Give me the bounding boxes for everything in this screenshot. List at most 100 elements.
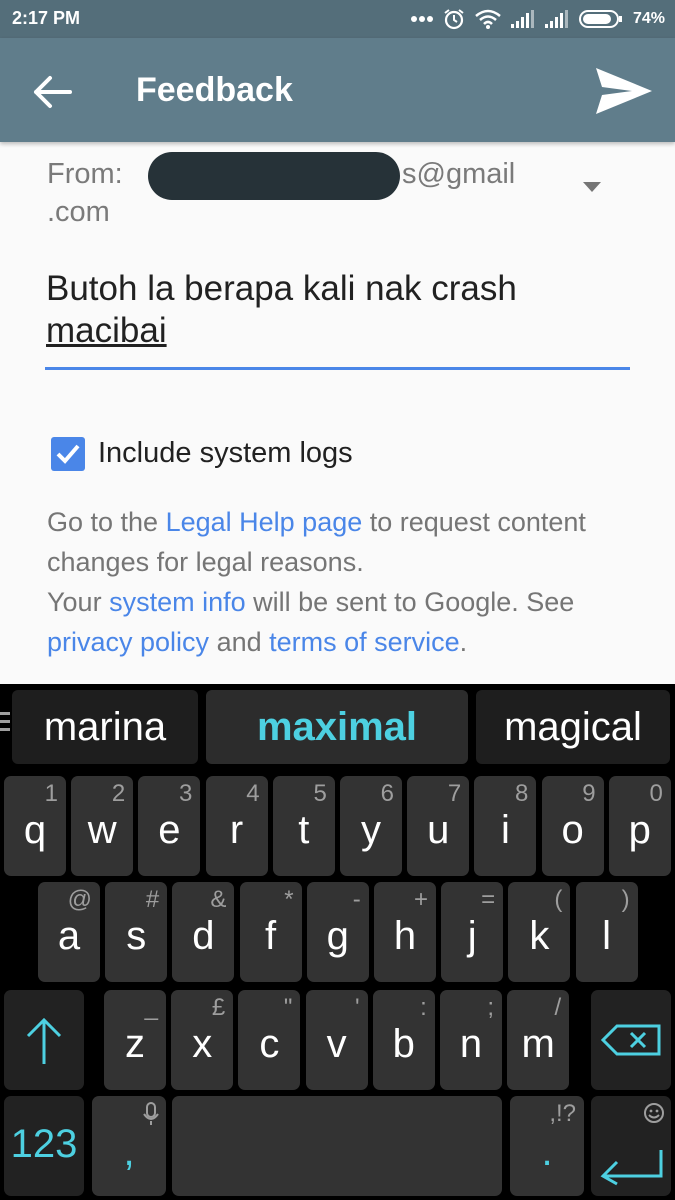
key-label: g (326, 914, 349, 958)
key-b[interactable]: :b (372, 990, 435, 1090)
input-underline (45, 367, 630, 370)
key-label: w (87, 808, 117, 852)
key-label: k (529, 914, 550, 958)
wifi-icon (475, 9, 501, 29)
suggestion-2[interactable]: maximal (206, 690, 468, 764)
key-label: v (326, 1022, 347, 1066)
legal-text-segment: Go to the (47, 507, 166, 537)
dropdown-caret-icon[interactable] (583, 182, 601, 192)
key-hint: 3 (179, 780, 193, 807)
key-o[interactable]: 9o (541, 776, 604, 876)
numbers-key[interactable]: 123 (4, 1096, 84, 1196)
key-j[interactable]: = j (441, 882, 504, 982)
key-hint: 1 (44, 780, 58, 807)
key-v[interactable]: ' v (305, 990, 368, 1090)
key-u[interactable]: 7u (407, 776, 470, 876)
arrow-left-icon[interactable] (30, 70, 74, 114)
suggestion-1[interactable]: marina (12, 690, 198, 764)
key-k[interactable]: (k (508, 882, 571, 982)
key-label: z (125, 1022, 145, 1066)
legal-text-segment: Your (47, 587, 110, 617)
key-m[interactable]: / m (507, 990, 570, 1090)
from-email-line2: .com (47, 196, 110, 222)
from-account-selector[interactable]: s@gmail (148, 152, 528, 200)
status-time: 2:17 PM (12, 8, 81, 28)
key-n[interactable]: ; n (440, 990, 502, 1090)
key-h[interactable]: + h (374, 882, 436, 982)
terms-of-service-link[interactable]: terms of service (269, 627, 460, 657)
backspace-icon (601, 1024, 661, 1056)
key-d[interactable]: & d (172, 882, 235, 982)
period-key[interactable]: ,!? . (510, 1096, 584, 1196)
key-r[interactable]: 4r (205, 776, 268, 876)
legal-help-link[interactable]: Legal Help page (166, 507, 363, 537)
key-label: c (259, 1022, 280, 1066)
key-label: l (602, 914, 612, 958)
feedback-message-input[interactable]: Butoh la berapa kali nak crash macibai (46, 268, 630, 352)
status-bar: 2:17 PM 74% (0, 0, 675, 38)
key-label: o (561, 808, 584, 852)
more-icon (410, 16, 433, 22)
suggestion-3[interactable]: magical (476, 690, 670, 764)
soft-keyboard: marina maximal magical 1q2w3e4r5t6y7u8i9… (0, 684, 675, 1200)
key-hint: @ (67, 886, 92, 913)
key-f[interactable]: * f (239, 882, 302, 982)
key-label: b (392, 1022, 415, 1066)
enter-icon (600, 1150, 663, 1186)
key-c[interactable]: " c (238, 990, 301, 1090)
key-hint: 0 (649, 780, 663, 807)
key-w[interactable]: 2w (71, 776, 134, 876)
shift-key[interactable] (4, 990, 84, 1090)
key-hint: ( (554, 886, 563, 913)
key-hint: 8 (515, 780, 529, 807)
key-label: u (427, 808, 450, 852)
key-z[interactable]: _ z (104, 990, 166, 1090)
app-bar: Feedback (0, 38, 675, 142)
key-p[interactable]: 0p (608, 776, 671, 876)
message-text: Butoh la berapa kali nak crash (46, 269, 517, 308)
space-key[interactable] (172, 1096, 502, 1196)
system-info-link[interactable]: system info (109, 587, 246, 617)
key-s[interactable]: # s (105, 882, 168, 982)
key-label: f (265, 914, 277, 958)
key-hint: - (352, 886, 361, 913)
legal-text-segment: . (459, 627, 468, 657)
key-e[interactable]: 3e (138, 776, 201, 876)
key-label: e (158, 808, 181, 852)
key-hint: ' (355, 994, 360, 1021)
key-label: j (467, 914, 477, 958)
from-email-domain: s@gmail (402, 158, 516, 190)
key-y[interactable]: 6y (340, 776, 402, 876)
key-label: t (298, 808, 310, 852)
key-hint: ) (621, 886, 630, 913)
key-hint: 7 (447, 780, 462, 807)
key-i[interactable]: 8i (474, 776, 537, 876)
key-label: x (192, 1022, 213, 1066)
key-hint: & (210, 886, 227, 913)
alarm-icon (444, 9, 464, 30)
key-g[interactable]: -g (306, 882, 369, 982)
key-hint: # (145, 886, 160, 913)
key-hint: 5 (313, 780, 327, 807)
key-t[interactable]: 5t (272, 776, 335, 876)
smiley-icon (644, 1103, 664, 1123)
period-key-hint: ,!? (549, 1100, 576, 1127)
include-logs-checkbox[interactable] (51, 437, 85, 471)
key-hint: * (284, 886, 294, 913)
menu-handle-icon[interactable] (0, 712, 10, 736)
key-hint: 6 (380, 780, 394, 807)
key-label: n (459, 1022, 483, 1066)
microphone-icon (143, 1102, 159, 1125)
key-hint: 2 (111, 780, 126, 807)
enter-key[interactable] (591, 1096, 671, 1196)
backspace-key[interactable] (591, 990, 671, 1090)
key-l[interactable]: ) l (575, 882, 638, 982)
comma-key[interactable]: , (92, 1096, 166, 1196)
include-logs-label: Include system logs (98, 437, 353, 469)
privacy-policy-link[interactable]: privacy policy (47, 627, 209, 657)
key-a[interactable]: @ a (38, 882, 100, 982)
key-label: y (361, 808, 381, 852)
key-x[interactable]: £ x (171, 990, 234, 1090)
send-icon[interactable] (592, 66, 654, 116)
key-q[interactable]: 1q (4, 776, 66, 876)
